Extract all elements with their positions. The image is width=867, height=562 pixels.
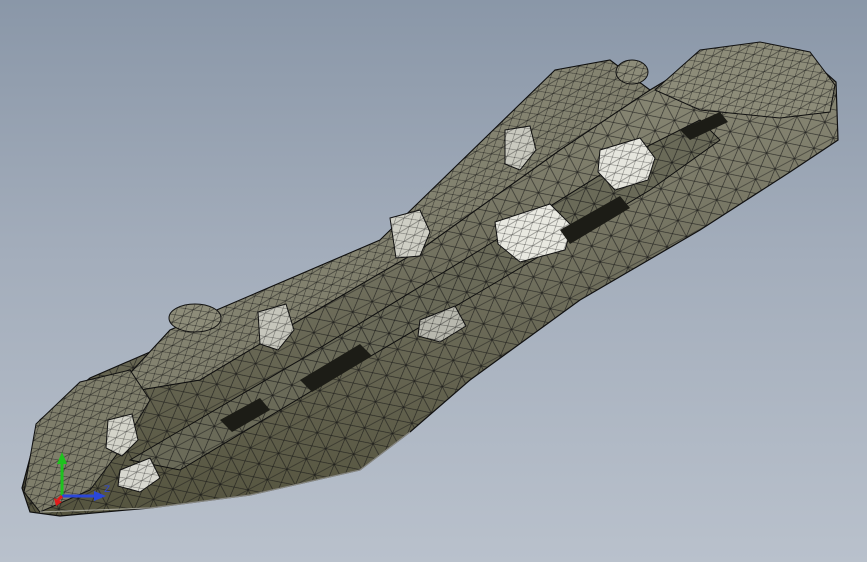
z-axis-label: Z	[104, 485, 110, 495]
graphics-viewport[interactable]: Z	[0, 0, 867, 562]
y-axis-arrow	[57, 452, 67, 464]
x-axis-line	[56, 494, 64, 502]
mesh-model[interactable]	[0, 0, 867, 562]
coordinate-triad-icon: Z	[54, 452, 110, 506]
